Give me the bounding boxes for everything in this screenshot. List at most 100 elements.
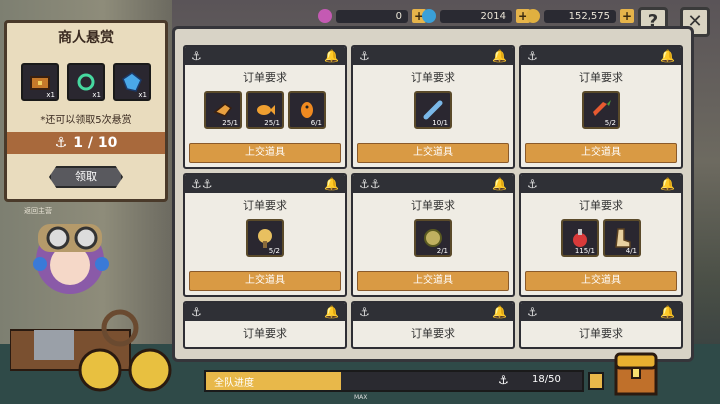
item-qty: 6/1	[310, 119, 322, 127]
submit-items-button[interactable]: 上交道具	[357, 143, 509, 163]
anchor-icon: ⚓⚓	[359, 177, 381, 191]
anchor-icon: ⚓	[359, 305, 370, 319]
back-to-camp-label[interactable]: 返回主营	[24, 206, 52, 216]
order-title: 订单要求	[579, 71, 623, 84]
bell-icon[interactable]: 🔔	[492, 305, 507, 319]
order-item[interactable]: 25/1	[246, 91, 284, 129]
team-progress-bar: 全队进度 ⚓ 18/50	[204, 370, 584, 392]
order-title: 订单要求	[411, 71, 455, 84]
chest-icon	[30, 76, 50, 90]
item-qty: 5/2	[268, 247, 280, 255]
bell-icon[interactable]: 🔔	[492, 177, 507, 191]
order-item[interactable]: 115/1	[561, 219, 599, 257]
treasure-chest-icon[interactable]	[612, 348, 660, 398]
bell-icon[interactable]: 🔔	[660, 305, 675, 319]
team-progress-label: 全队进度	[214, 378, 254, 389]
item-qty: 4/1	[625, 247, 637, 255]
bounty-rewards: x1 x1 x1	[7, 63, 165, 101]
reward-slot[interactable]: x1	[67, 63, 105, 101]
add-gold-button[interactable]: +	[620, 9, 634, 23]
submit-items-button[interactable]: 上交道具	[525, 143, 677, 163]
order-title: 订单要求	[243, 327, 287, 340]
currency-crystal: 2014 +	[422, 6, 530, 26]
order-card: ⚓ 🔔 订单要求	[351, 301, 515, 349]
merchant-bounty-panel: 商人悬赏 x1 x1 x1 *还可以领取5次悬赏 ⚓ 1 / 10 领取	[4, 20, 168, 202]
item-qty: 10/1	[432, 119, 448, 127]
reward-qty: x1	[138, 91, 147, 99]
submit-items-button[interactable]: 上交道具	[189, 143, 341, 163]
order-title: 订单要求	[579, 327, 623, 340]
coin-icon	[526, 9, 540, 23]
currency-value: 0	[336, 9, 408, 23]
currency-gem: 0 +	[318, 6, 426, 26]
crystal-icon	[422, 9, 436, 23]
anchor-icon: ⚓	[527, 177, 538, 191]
green-ring-icon	[77, 73, 95, 91]
anchor-icon: ⚓	[527, 305, 538, 319]
order-item[interactable]: 4/1	[603, 219, 641, 257]
reward-slot[interactable]: x1	[113, 63, 151, 101]
order-items: 25/1 25/1 6/1	[185, 91, 345, 129]
submit-items-button[interactable]: 上交道具	[525, 271, 677, 291]
order-card-header: ⚓⚓ 🔔	[353, 175, 513, 193]
order-card: ⚓ 🔔 订单要求 10/1 上交道具	[351, 45, 515, 169]
bounty-note: *还可以领取5次悬赏	[40, 115, 132, 126]
team-progress-count: 18/50	[532, 374, 561, 385]
bounty-progress-value: 1 / 10	[73, 135, 118, 151]
order-item[interactable]: 25/1	[204, 91, 242, 129]
order-card: ⚓ 🔔 订单要求 5/2 上交道具	[519, 45, 683, 169]
anchor-icon: ⚓	[191, 305, 202, 319]
claim-button[interactable]: 领取	[49, 166, 123, 188]
bell-icon[interactable]: 🔔	[324, 305, 339, 319]
order-card-header: ⚓ 🔔	[353, 47, 513, 65]
item-qty: 5/2	[604, 119, 616, 127]
order-card-header: ⚓ 🔔	[521, 47, 681, 65]
order-card-header: ⚓ 🔔	[353, 303, 513, 321]
order-title: 订单要求	[243, 199, 287, 212]
bell-icon[interactable]: 🔔	[324, 177, 339, 191]
order-grid: ⚓ 🔔 订单要求 25/1 25/1 6/1 上交道具 ⚓ 🔔 订单要求 10/…	[183, 45, 687, 349]
order-item[interactable]: 6/1	[288, 91, 326, 129]
anchor-icon: ⚓	[359, 49, 370, 63]
order-items: 5/2	[185, 219, 345, 257]
reward-qty: x1	[92, 91, 101, 99]
submit-items-button[interactable]: 上交道具	[189, 271, 341, 291]
item-qty: 115/1	[574, 247, 595, 255]
order-card-header: ⚓ 🔔	[185, 47, 345, 65]
order-title: 订单要求	[411, 199, 455, 212]
bell-icon[interactable]: 🔔	[660, 177, 675, 191]
order-title: 订单要求	[411, 327, 455, 340]
item-qty: 25/1	[264, 119, 280, 127]
team-info-button[interactable]	[588, 372, 604, 390]
anchor-icon: ⚓	[54, 135, 68, 151]
order-item[interactable]: 2/1	[414, 219, 452, 257]
order-item[interactable]: 5/2	[582, 91, 620, 129]
bell-icon[interactable]: 🔔	[660, 49, 675, 63]
order-card: ⚓⚓ 🔔 订单要求 5/2 上交道具	[183, 173, 347, 297]
order-items: 10/1	[353, 91, 513, 129]
order-card-header: ⚓ 🔔	[185, 303, 345, 321]
item-qty: 2/1	[436, 247, 448, 255]
order-card: ⚓ 🔔 订单要求 25/1 25/1 6/1 上交道具	[183, 45, 347, 169]
max-label: MAX	[354, 394, 368, 401]
order-board: ⚓ 🔔 订单要求 25/1 25/1 6/1 上交道具 ⚓ 🔔 订单要求 10/…	[172, 26, 694, 362]
character-on-cart	[10, 224, 172, 392]
order-card: ⚓ 🔔 订单要求	[519, 301, 683, 349]
gem-icon	[318, 9, 332, 23]
bounty-title: 商人悬赏	[58, 30, 114, 46]
bell-icon[interactable]: 🔔	[324, 49, 339, 63]
order-item[interactable]: 5/2	[246, 219, 284, 257]
order-item[interactable]: 10/1	[414, 91, 452, 129]
order-card-header: ⚓ 🔔	[521, 303, 681, 321]
order-items: 5/2	[521, 91, 681, 129]
submit-items-button[interactable]: 上交道具	[357, 271, 509, 291]
bounty-progress: ⚓ 1 / 10	[7, 132, 165, 154]
reward-slot[interactable]: x1	[21, 63, 59, 101]
currency-value: 152,575	[544, 9, 616, 23]
currency-value: 2014	[440, 9, 512, 23]
anchor-icon: ⚓	[498, 373, 509, 387]
item-qty: 25/1	[222, 119, 238, 127]
currency-gold: 152,575 +	[526, 6, 634, 26]
bell-icon[interactable]: 🔔	[492, 49, 507, 63]
anchor-icon: ⚓	[527, 49, 538, 63]
